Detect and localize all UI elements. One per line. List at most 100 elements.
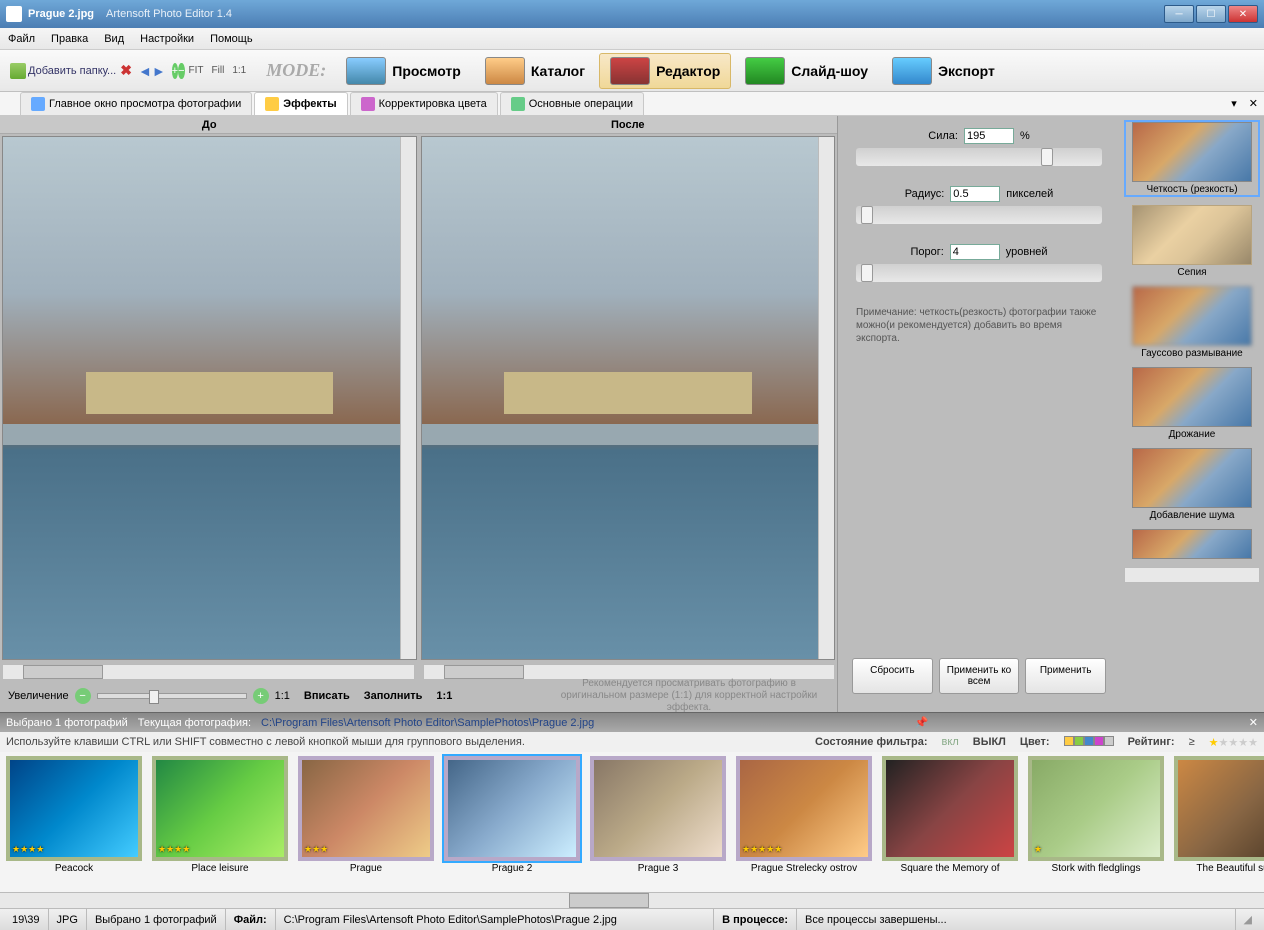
film-item[interactable]: Prague 2 xyxy=(442,756,582,888)
menu-settings[interactable]: Настройки xyxy=(140,33,194,45)
fit-button[interactable]: FIT xyxy=(185,64,208,77)
film-item[interactable]: ★★★★★Prague Strelecky ostrov xyxy=(734,756,874,888)
film-item[interactable]: The Beautiful sunset xyxy=(1172,756,1264,888)
before-label: До xyxy=(0,116,419,134)
radius-slider[interactable] xyxy=(856,206,1102,224)
menu-file[interactable]: Файл xyxy=(8,33,35,45)
film-item[interactable]: Square the Memory of xyxy=(880,756,1020,888)
tab-basic-ops[interactable]: Основные операции xyxy=(500,92,644,115)
preview-tab-icon xyxy=(31,97,45,111)
color-filter-label: Цвет: xyxy=(1020,736,1050,748)
filter-on[interactable]: вкл xyxy=(942,736,959,748)
zoom-hint: Рекомендуется просматривать фотографию в… xyxy=(549,678,829,714)
film-item[interactable]: ★Stork with fledglings xyxy=(1026,756,1166,888)
mode-label: MODE: xyxy=(266,60,326,81)
film-item[interactable]: Prague 3 xyxy=(588,756,728,888)
delete-icon[interactable]: ✖ xyxy=(120,62,132,79)
tab-main-preview[interactable]: Главное окно просмотра фотографии xyxy=(20,92,252,115)
mode-editor[interactable]: Редактор xyxy=(599,53,731,89)
threshold-label: Порог: xyxy=(910,246,943,258)
effect-more[interactable] xyxy=(1124,529,1260,559)
color-swatches[interactable] xyxy=(1064,736,1114,749)
effect-add-noise[interactable]: Добавление шума xyxy=(1124,448,1260,521)
threshold-slider[interactable] xyxy=(856,264,1102,282)
catalog-icon xyxy=(485,57,525,85)
zoom-fit[interactable]: Вписать xyxy=(304,690,350,702)
filmstrip-close-icon[interactable]: ✕ xyxy=(1249,716,1258,729)
film-caption: Stork with fledglings xyxy=(1026,863,1166,874)
next-icon[interactable]: ► xyxy=(152,63,166,79)
strength-unit: % xyxy=(1020,130,1030,142)
filmstrip-hscroll[interactable] xyxy=(0,892,1264,908)
maximize-button[interactable]: ☐ xyxy=(1196,5,1226,23)
film-item[interactable]: ★★★★Place leisure xyxy=(150,756,290,888)
close-button[interactable]: ✕ xyxy=(1228,5,1258,23)
editor-icon xyxy=(610,57,650,85)
status-selected: Выбрано 1 фотографий xyxy=(87,909,226,930)
effect-gaussian-blur[interactable]: Гауссово размывание xyxy=(1124,286,1260,359)
status-counter: 19\39 xyxy=(4,909,49,930)
zoom-fill[interactable]: Заполнить xyxy=(364,690,423,702)
mode-slideshow[interactable]: Слайд-шоу xyxy=(735,54,878,88)
after-pane[interactable] xyxy=(421,136,836,660)
effect-jitter[interactable]: Дрожание xyxy=(1124,367,1260,440)
menu-help[interactable]: Помощь xyxy=(210,33,253,45)
before-hscroll[interactable] xyxy=(2,664,415,680)
film-item[interactable]: ★★★★Peacock xyxy=(4,756,144,888)
mode-export[interactable]: Экспорт xyxy=(882,54,1005,88)
statusbar: 19\39 JPG Выбрано 1 фотографий Файл: C:\… xyxy=(0,908,1264,930)
folder-plus-icon xyxy=(10,63,26,79)
before-image xyxy=(3,137,416,659)
fill-button[interactable]: Fill xyxy=(208,64,229,77)
tabstrip-close-icon[interactable]: ✕ xyxy=(1243,92,1264,115)
filter-off[interactable]: ВЫКЛ xyxy=(973,736,1006,748)
menu-edit[interactable]: Правка xyxy=(51,33,88,45)
titlebar: Prague 2.jpg Artensoft Photo Editor 1.4 … xyxy=(0,0,1264,28)
before-vscroll[interactable] xyxy=(400,137,416,659)
zoom-label: Увеличение xyxy=(8,690,69,702)
effect-sepia[interactable]: Сепия xyxy=(1124,205,1260,278)
apply-button[interactable]: Применить xyxy=(1025,658,1106,694)
radius-label: Радиус: xyxy=(905,188,945,200)
zoom-one-one-2[interactable]: 1:1 xyxy=(436,690,452,702)
prev-icon[interactable]: ◄ xyxy=(138,63,152,79)
menu-view[interactable]: Вид xyxy=(104,33,124,45)
tab-color-correction[interactable]: Корректировка цвета xyxy=(350,92,498,115)
after-vscroll[interactable] xyxy=(818,137,834,659)
radius-unit: пикселей xyxy=(1006,188,1053,200)
apply-all-button[interactable]: Применить ко всем xyxy=(939,658,1020,694)
minimize-button[interactable]: ─ xyxy=(1164,5,1194,23)
effects-hscroll[interactable] xyxy=(1124,567,1260,583)
strength-slider[interactable] xyxy=(856,148,1102,166)
zoom-in-small-icon[interactable]: + xyxy=(253,688,269,704)
radius-input[interactable] xyxy=(950,186,1000,202)
strength-input[interactable] xyxy=(964,128,1014,144)
zoom-slider[interactable] xyxy=(97,693,247,699)
threshold-input[interactable] xyxy=(950,244,1000,260)
effects-panel: Четкость (резкость) Сепия Гауссово размы… xyxy=(1120,116,1264,712)
resize-grip-icon[interactable]: ◢ xyxy=(1236,909,1260,930)
zoom-out-small-icon[interactable]: − xyxy=(75,688,91,704)
effect-sharpness[interactable]: Четкость (резкость) xyxy=(1124,120,1260,197)
mode-view[interactable]: Просмотр xyxy=(336,54,471,88)
mode-catalog[interactable]: Каталог xyxy=(475,54,595,88)
add-folder-button[interactable]: Добавить папку... xyxy=(6,61,120,81)
before-pane[interactable] xyxy=(2,136,417,660)
after-image xyxy=(422,137,835,659)
reset-button[interactable]: Сбросить xyxy=(852,658,933,694)
tab-effects[interactable]: Эффекты xyxy=(254,92,347,115)
rating-stars[interactable]: ★★★★★ xyxy=(1209,736,1258,749)
menubar: Файл Правка Вид Настройки Помощь xyxy=(0,28,1264,50)
pin-icon[interactable]: 📌 xyxy=(915,716,929,729)
one-one-button[interactable]: 1:1 xyxy=(228,64,250,77)
rating-op[interactable]: ≥ xyxy=(1189,736,1195,748)
status-process-msg: Все процессы завершены... xyxy=(797,909,1236,930)
preview-area: До После Увеличение − + 1:1 Вписать Запо… xyxy=(0,116,838,712)
threshold-unit: уровней xyxy=(1006,246,1048,258)
zoom-one-one[interactable]: 1:1 xyxy=(275,690,290,702)
film-item[interactable]: ★★★Prague xyxy=(296,756,436,888)
tabstrip-menu-icon[interactable]: ▾ xyxy=(1225,92,1243,115)
ops-tab-icon xyxy=(511,97,525,111)
params-note: Примечание: четкость(резкость) фотографи… xyxy=(846,302,1112,349)
tabstrip: Главное окно просмотра фотографии Эффект… xyxy=(0,92,1264,116)
